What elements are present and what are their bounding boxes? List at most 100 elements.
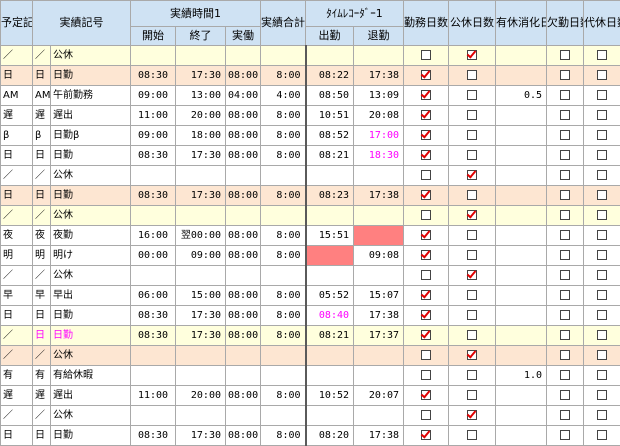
start-time-cell[interactable]: 08:30	[131, 146, 176, 166]
work-time-cell[interactable]: 08:00	[226, 286, 261, 306]
total-time-cell[interactable]: 8:00	[261, 286, 306, 306]
work-time-cell[interactable]: 08:00	[226, 126, 261, 146]
work-time-cell[interactable]: 08:00	[226, 306, 261, 326]
work-day-checkbox[interactable]	[421, 210, 431, 220]
holiday-checkbox[interactable]	[467, 310, 477, 320]
clock-out-cell[interactable]	[354, 346, 404, 366]
clock-out-cell[interactable]: 17:38	[354, 426, 404, 446]
holiday-checkbox[interactable]	[467, 70, 477, 80]
start-time-cell[interactable]	[131, 206, 176, 226]
clock-out-cell[interactable]: 15:07	[354, 286, 404, 306]
holiday-checkbox[interactable]	[467, 370, 477, 380]
substitute-checkbox[interactable]	[597, 70, 607, 80]
substitute-checkbox[interactable]	[597, 290, 607, 300]
clock-in-cell[interactable]: 08:23	[306, 186, 354, 206]
start-time-cell[interactable]: 09:00	[131, 86, 176, 106]
total-time-cell[interactable]: 8:00	[261, 326, 306, 346]
work-day-checkbox[interactable]	[421, 310, 431, 320]
plan-code-cell[interactable]: ／	[1, 166, 33, 186]
work-time-cell[interactable]: 08:00	[226, 326, 261, 346]
clock-out-cell[interactable]: 17:38	[354, 306, 404, 326]
clock-in-cell[interactable]: 15:51	[306, 226, 354, 246]
work-day-checkbox[interactable]	[421, 150, 431, 160]
start-time-cell[interactable]: 09:00	[131, 126, 176, 146]
actual-code-cell[interactable]: 有	[33, 366, 51, 386]
actual-code-cell[interactable]: 日	[33, 326, 51, 346]
end-time-cell[interactable]	[176, 266, 226, 286]
actual-code-cell[interactable]: 日	[33, 186, 51, 206]
work-time-cell[interactable]	[226, 266, 261, 286]
end-time-cell[interactable]: 17:30	[176, 326, 226, 346]
clock-in-cell[interactable]: 08:21	[306, 146, 354, 166]
actual-code-cell[interactable]: ／	[33, 406, 51, 426]
absent-checkbox[interactable]	[560, 110, 570, 120]
start-time-cell[interactable]: 08:30	[131, 326, 176, 346]
plan-code-cell[interactable]: 日	[1, 186, 33, 206]
absent-checkbox[interactable]	[560, 290, 570, 300]
actual-name-cell[interactable]: 遅出	[51, 386, 131, 406]
work-day-checkbox[interactable]	[421, 390, 431, 400]
absent-checkbox[interactable]	[560, 250, 570, 260]
end-time-cell[interactable]	[176, 406, 226, 426]
work-day-checkbox[interactable]	[421, 130, 431, 140]
table-row[interactable]: ／／公休	[1, 266, 620, 286]
work-time-cell[interactable]: 08:00	[226, 146, 261, 166]
plan-code-cell[interactable]: ／	[1, 406, 33, 426]
actual-code-cell[interactable]: ／	[33, 346, 51, 366]
work-time-cell[interactable]	[226, 346, 261, 366]
end-time-cell[interactable]: 17:30	[176, 306, 226, 326]
table-row[interactable]: 明明明け00:0009:0008:008:0009:08	[1, 246, 620, 266]
paid-leave-cell[interactable]: 1.0	[496, 366, 547, 386]
total-time-cell[interactable]	[261, 366, 306, 386]
total-time-cell[interactable]: 8:00	[261, 106, 306, 126]
plan-code-cell[interactable]: 日	[1, 66, 33, 86]
table-row[interactable]: 日日日勤08:3017:3008:008:0008:2118:30	[1, 146, 620, 166]
paid-leave-cell[interactable]	[496, 46, 547, 66]
total-time-cell[interactable]: 8:00	[261, 226, 306, 246]
clock-out-cell[interactable]	[354, 206, 404, 226]
holiday-checkbox[interactable]	[467, 330, 477, 340]
clock-out-cell[interactable]: 13:09	[354, 86, 404, 106]
substitute-checkbox[interactable]	[597, 370, 607, 380]
actual-name-cell[interactable]: 早出	[51, 286, 131, 306]
substitute-checkbox[interactable]	[597, 170, 607, 180]
end-time-cell[interactable]	[176, 346, 226, 366]
work-day-checkbox[interactable]	[421, 50, 431, 60]
paid-leave-cell[interactable]	[496, 306, 547, 326]
table-row[interactable]: 有有有給休暇1.0	[1, 366, 620, 386]
paid-leave-cell[interactable]	[496, 426, 547, 446]
start-time-cell[interactable]: 08:30	[131, 66, 176, 86]
clock-out-cell[interactable]	[354, 226, 404, 246]
clock-in-cell[interactable]: 10:52	[306, 386, 354, 406]
table-row[interactable]: ／／公休	[1, 46, 620, 66]
substitute-checkbox[interactable]	[597, 130, 607, 140]
work-time-cell[interactable]: 08:00	[226, 386, 261, 406]
work-time-cell[interactable]	[226, 206, 261, 226]
substitute-checkbox[interactable]	[597, 230, 607, 240]
absent-checkbox[interactable]	[560, 330, 570, 340]
plan-code-cell[interactable]: ／	[1, 206, 33, 226]
substitute-checkbox[interactable]	[597, 330, 607, 340]
substitute-checkbox[interactable]	[597, 90, 607, 100]
end-time-cell[interactable]	[176, 366, 226, 386]
plan-code-cell[interactable]: 日	[1, 306, 33, 326]
absent-checkbox[interactable]	[560, 90, 570, 100]
start-time-cell[interactable]	[131, 366, 176, 386]
start-time-cell[interactable]: 00:00	[131, 246, 176, 266]
substitute-checkbox[interactable]	[597, 250, 607, 260]
total-time-cell[interactable]	[261, 406, 306, 426]
start-time-cell[interactable]	[131, 346, 176, 366]
holiday-checkbox[interactable]	[467, 190, 477, 200]
plan-code-cell[interactable]: 明	[1, 246, 33, 266]
total-time-cell[interactable]: 8:00	[261, 146, 306, 166]
start-time-cell[interactable]	[131, 46, 176, 66]
actual-name-cell[interactable]: 日勤	[51, 326, 131, 346]
work-day-checkbox[interactable]	[421, 410, 431, 420]
end-time-cell[interactable]: 18:00	[176, 126, 226, 146]
substitute-checkbox[interactable]	[597, 110, 607, 120]
clock-in-cell[interactable]: 10:51	[306, 106, 354, 126]
clock-in-cell[interactable]: 08:52	[306, 126, 354, 146]
clock-in-cell[interactable]	[306, 206, 354, 226]
start-time-cell[interactable]: 11:00	[131, 386, 176, 406]
paid-leave-cell[interactable]	[496, 406, 547, 426]
